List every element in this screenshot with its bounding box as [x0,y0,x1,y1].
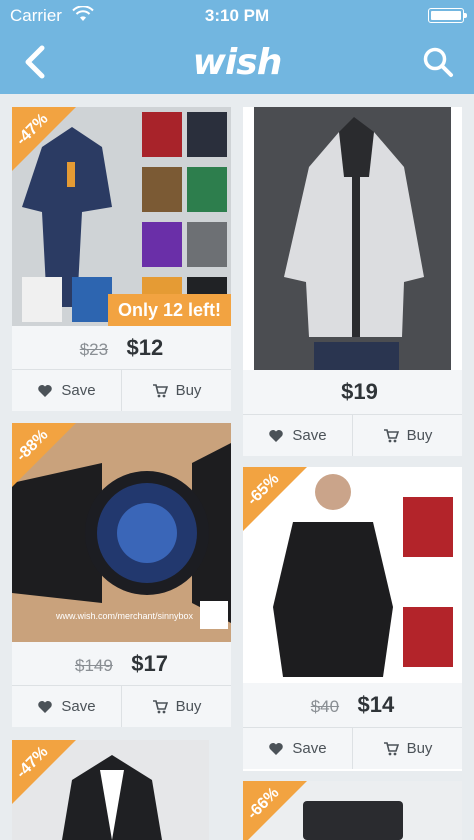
price-block: $23 $12 [12,326,231,369]
sale-price: $14 [357,692,395,717]
search-icon [423,47,453,77]
product-image[interactable]: -47% Only 12 left! [12,107,231,326]
product-card[interactable]: $19 Save Buy [243,107,462,456]
search-button[interactable] [422,46,454,78]
save-button[interactable]: Save [243,728,352,769]
card-actions: Save Buy [243,414,462,456]
product-image[interactable]: -66% [243,781,462,840]
save-button[interactable]: Save [12,686,121,727]
card-actions: Save Buy [12,685,231,727]
original-price: $23 [79,340,109,359]
price-block: $149 $17 [12,642,231,685]
wish-logo: wish [192,42,283,83]
buy-button[interactable]: Buy [352,415,462,456]
cart-icon [383,741,399,755]
buy-label: Buy [175,382,202,399]
product-card[interactable]: -47% [12,740,209,840]
buy-label: Buy [175,698,202,715]
heart-icon [38,384,53,397]
buy-button[interactable]: Buy [352,728,462,769]
status-bar: Carrier 3:10 PM [0,0,474,30]
nav-bar: wish [0,30,474,94]
product-image[interactable]: -47% [12,740,209,840]
heart-icon [38,700,53,713]
buy-button[interactable]: Buy [121,370,231,411]
save-label: Save [292,427,327,444]
card-actions: Save Buy [12,369,231,411]
buy-label: Buy [406,740,433,757]
price-block: $19 [243,370,462,414]
cart-icon [383,428,399,442]
product-card[interactable]: -66% [243,781,462,840]
save-button[interactable]: Save [243,415,352,456]
cart-icon [152,699,168,713]
original-price: $149 [75,656,113,675]
original-price: $40 [310,697,340,716]
watermark-text: www.wish.com/merchant/sinnybox [56,611,194,621]
clock: 3:10 PM [204,6,270,25]
save-label: Save [292,740,327,757]
sale-price: $19 [341,379,378,404]
product-image[interactable]: -88% www.wish.com/merchant/sinnybox [12,423,231,642]
save-button[interactable]: Save [12,370,121,411]
sale-price: $12 [126,335,164,360]
product-card[interactable]: -47% Only 12 left! $23 $12 Save Buy [12,107,231,411]
battery-icon [428,8,467,23]
price-block: $40 $14 [243,683,462,727]
heart-icon [269,429,284,442]
sale-price: $17 [131,651,168,676]
product-card[interactable]: -88% www.wish.com/merchant/sinnybox $149… [12,423,231,727]
product-image[interactable]: -65% [243,467,462,683]
product-image[interactable] [254,107,451,370]
buy-button[interactable]: Buy [121,686,231,727]
product-card[interactable]: -65% $40 $14 Save Buy [243,467,462,771]
cart-icon [152,383,168,397]
buy-label: Buy [406,427,433,444]
card-actions: Save Buy [243,727,462,769]
heart-icon [269,742,284,755]
save-label: Save [61,382,96,399]
save-label: Save [61,698,96,715]
stock-banner: Only 12 left! [107,294,231,326]
